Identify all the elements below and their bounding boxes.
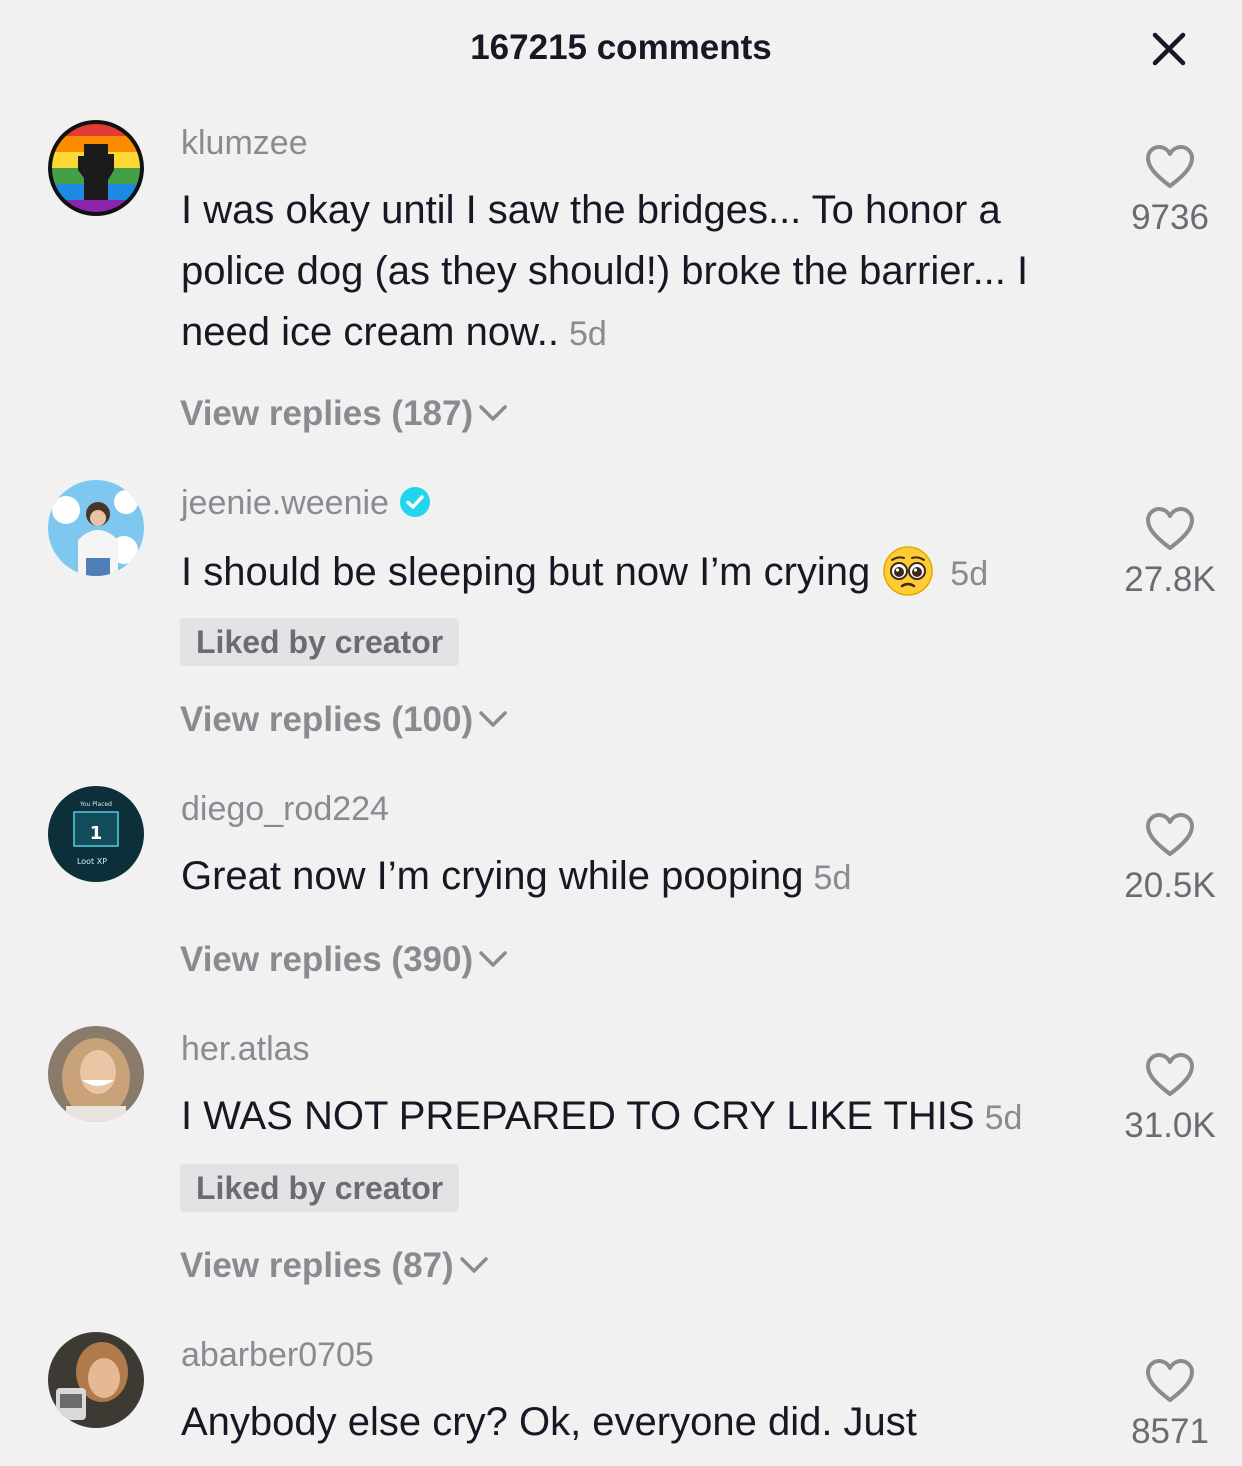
like-count: 27.8K <box>1124 560 1216 599</box>
avatar[interactable] <box>48 1332 144 1428</box>
avatar[interactable] <box>48 1026 144 1122</box>
comment-time: 5d <box>984 1099 1023 1137</box>
avatar[interactable] <box>48 480 144 576</box>
comment-username[interactable]: abarber0705 <box>181 1336 374 1375</box>
svg-text:Loot XP: Loot XP <box>77 857 107 866</box>
comments-count-title: 167215 comments <box>470 28 772 67</box>
comment-text: Great now I’m crying while pooping 5d <box>181 854 852 898</box>
like-count: 20.5K <box>1124 866 1216 905</box>
comment-username[interactable]: her.atlas <box>181 1030 310 1069</box>
like-control: 8571 <box>1110 1358 1230 1452</box>
liked-by-creator-badge: Liked by creator <box>180 1164 460 1212</box>
chevron-down-icon <box>479 951 507 967</box>
heart-icon[interactable] <box>1144 506 1196 552</box>
like-count: 9736 <box>1131 198 1209 237</box>
heart-icon[interactable] <box>1144 1358 1196 1404</box>
comment-username[interactable]: jeenie.weenie <box>181 484 431 523</box>
svg-text:You Placed: You Placed <box>79 801 112 808</box>
heart-icon[interactable] <box>1144 812 1196 858</box>
svg-text:1: 1 <box>90 823 103 844</box>
comment-text: I should be sleeping but now I’m crying … <box>181 542 1086 605</box>
close-icon[interactable] <box>1150 30 1188 68</box>
like-count: 8571 <box>1131 1412 1209 1451</box>
heart-icon[interactable] <box>1144 144 1196 190</box>
like-control: 31.0K <box>1110 1052 1230 1146</box>
comment-text: I was okay until I saw the bridges... To… <box>181 188 1029 354</box>
like-count: 31.0K <box>1124 1106 1216 1145</box>
liked-by-creator-badge: Liked by creator <box>180 618 460 666</box>
comment-time: 5d <box>569 315 607 353</box>
avatar[interactable]: 1 You Placed Loot XP <box>48 786 144 882</box>
pleading-face-emoji <box>883 546 934 596</box>
comment-text: I WAS NOT PREPARED TO CRY LIKE THIS 5d <box>181 1094 1023 1138</box>
comments-header: 167215 comments <box>0 0 1242 100</box>
comment-username[interactable]: klumzee <box>181 124 308 163</box>
view-replies-button[interactable]: View replies (390) <box>180 940 509 980</box>
chevron-down-icon <box>459 1257 488 1273</box>
chevron-down-icon <box>479 405 507 421</box>
view-replies-button[interactable]: View replies (100) <box>180 700 509 740</box>
view-replies-button[interactable]: View replies (187) <box>180 394 509 434</box>
chevron-down-icon <box>479 711 507 727</box>
comment-text: Anybody else cry? Ok, everyone did. Just <box>181 1400 917 1444</box>
comment-username[interactable]: diego_rod224 <box>181 790 389 829</box>
like-control: 27.8K <box>1110 506 1230 600</box>
verified-badge-icon <box>399 487 430 517</box>
comment-time: 5d <box>813 859 852 897</box>
comment-time: 5d <box>950 555 989 593</box>
view-replies-button[interactable]: View replies (87) <box>180 1246 490 1286</box>
avatar[interactable] <box>48 120 144 216</box>
heart-icon[interactable] <box>1144 1052 1196 1098</box>
like-control: 9736 <box>1110 144 1230 238</box>
like-control: 20.5K <box>1110 812 1230 906</box>
